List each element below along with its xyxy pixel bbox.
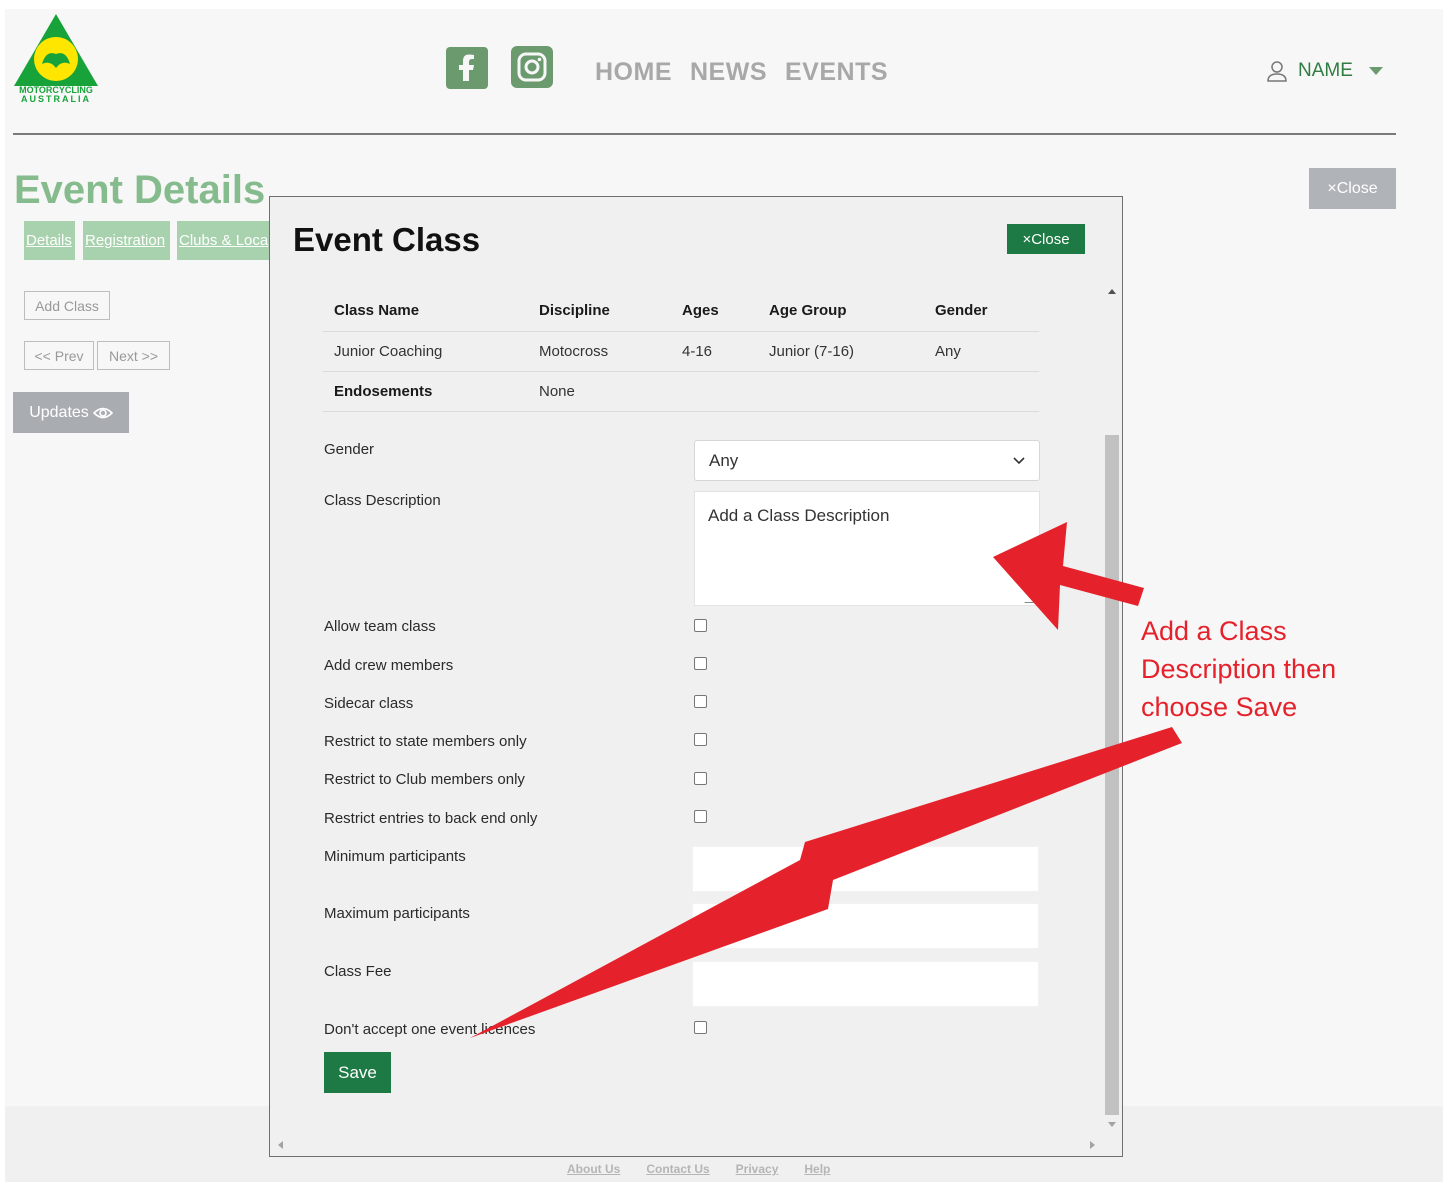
scroll-left-icon[interactable] <box>278 1141 283 1149</box>
updates-label: Updates <box>29 403 89 421</box>
table-row: Junior Coaching Motocross 4-16 Junior (7… <box>322 331 1039 372</box>
logo-text-bottom: AUSTRALIA <box>21 94 91 104</box>
gender-label: Gender <box>324 441 375 458</box>
main-nav: HOME NEWS EVENTS <box>595 58 888 87</box>
page-title: Event Details <box>14 168 266 212</box>
minimum-participants-input[interactable] <box>692 846 1039 892</box>
col-age-group: Age Group <box>757 291 923 332</box>
restrict-back-end-label: Restrict entries to back end only <box>324 810 538 827</box>
nav-news[interactable]: NEWS <box>690 58 767 87</box>
cell-endorsements-label: Endosements <box>322 371 527 412</box>
allow-team-class-label: Allow team class <box>324 618 436 635</box>
page-close-label: Close <box>1336 179 1378 197</box>
restrict-club-members-label: Restrict to Club members only <box>324 771 525 788</box>
footer-contact-us[interactable]: Contact Us <box>646 1162 709 1176</box>
annotation-line-1: Add a Class <box>1141 616 1287 646</box>
class-fee-input[interactable] <box>692 961 1039 1007</box>
col-class-name: Class Name <box>322 291 527 332</box>
restrict-state-members-checkbox[interactable] <box>694 733 707 746</box>
class-description-label: Class Description <box>324 492 441 509</box>
restrict-state-members-label: Restrict to state members only <box>324 733 527 750</box>
annotation-line-2: Description then <box>1141 654 1337 684</box>
class-description-value: Add a Class Description <box>708 506 890 525</box>
class-fee-label: Class Fee <box>324 963 392 980</box>
col-gender: Gender <box>923 291 1039 332</box>
class-info-table: Class Name Discipline Ages Age Group Gen… <box>322 291 1039 412</box>
next-button[interactable]: Next >> <box>97 341 170 370</box>
instagram-icon[interactable] <box>511 46 553 88</box>
col-ages: Ages <box>670 291 757 332</box>
annotation-line-3: choose Save <box>1141 692 1298 722</box>
allow-team-class-checkbox[interactable] <box>694 619 707 632</box>
updates-button[interactable]: Updates <box>13 392 129 433</box>
one-event-licences-checkbox[interactable] <box>694 1021 707 1034</box>
user-icon <box>1267 61 1287 82</box>
event-class-modal: Event Class × Close Class Name Discipline… <box>269 196 1123 1157</box>
chevron-down-icon <box>1013 456 1025 464</box>
modal-close-button[interactable]: × Close <box>1007 224 1085 254</box>
maximum-participants-input[interactable] <box>692 903 1039 949</box>
horizontal-scrollbar[interactable] <box>270 1135 1103 1153</box>
cell-ages: 4-16 <box>670 331 757 372</box>
footer-privacy[interactable]: Privacy <box>736 1162 779 1176</box>
page-close-button[interactable]: × Close <box>1309 168 1396 209</box>
user-name: NAME <box>1298 60 1353 81</box>
save-button[interactable]: Save <box>324 1052 391 1093</box>
user-menu[interactable]: NAME <box>1266 60 1383 82</box>
footer-links: About Us Contact Us Privacy Help <box>567 1162 830 1176</box>
tab-clubs-locations[interactable]: Clubs & Loca <box>177 221 270 260</box>
cell-endorsements-value: None <box>527 371 670 412</box>
close-icon: × <box>1327 179 1337 197</box>
footer-help[interactable]: Help <box>804 1162 830 1176</box>
nav-events[interactable]: EVENTS <box>785 58 888 87</box>
table-header-row: Class Name Discipline Ages Age Group Gen… <box>322 291 1039 332</box>
cell-empty <box>757 371 923 412</box>
header-divider <box>13 133 1396 135</box>
cell-empty <box>923 371 1039 412</box>
cell-class-name: Junior Coaching <box>322 331 527 372</box>
scroll-up-icon[interactable] <box>1108 289 1116 294</box>
annotation-text: Add a Class Description then choose Save <box>1141 612 1431 726</box>
cell-gender: Any <box>923 331 1039 372</box>
footer-about-us[interactable]: About Us <box>567 1162 620 1176</box>
nav-home[interactable]: HOME <box>595 58 672 87</box>
chevron-down-icon <box>1368 67 1383 75</box>
add-crew-members-label: Add crew members <box>324 657 454 674</box>
sidecar-class-checkbox[interactable] <box>694 695 707 708</box>
restrict-back-end-checkbox[interactable] <box>694 810 707 823</box>
cell-empty <box>670 371 757 412</box>
scroll-down-icon[interactable] <box>1108 1122 1116 1127</box>
gender-select[interactable]: Any <box>694 440 1040 481</box>
restrict-club-members-checkbox[interactable] <box>694 772 707 785</box>
tab-registration[interactable]: Registration <box>83 221 170 260</box>
modal-close-label: Close <box>1031 230 1070 248</box>
class-description-textarea[interactable]: Add a Class Description <box>694 491 1041 606</box>
col-discipline: Discipline <box>527 291 670 332</box>
resize-handle-icon[interactable] <box>1024 594 1041 603</box>
facebook-icon[interactable] <box>446 47 488 89</box>
modal-title: Event Class <box>293 221 481 258</box>
close-icon: × <box>1022 230 1032 248</box>
tab-details[interactable]: Details <box>24 221 75 260</box>
add-crew-members-checkbox[interactable] <box>694 657 707 670</box>
maximum-participants-label: Maximum participants <box>324 905 470 922</box>
add-class-button[interactable]: Add Class <box>24 291 110 320</box>
gender-select-value: Any <box>709 450 739 470</box>
scrollbar-thumb[interactable] <box>1105 435 1119 1115</box>
motorcycling-australia-logo[interactable]: MOTORCYCLING AUSTRALIA <box>12 12 100 104</box>
minimum-participants-label: Minimum participants <box>324 848 466 865</box>
cell-discipline: Motocross <box>527 331 670 372</box>
sidecar-class-label: Sidecar class <box>324 695 414 712</box>
table-row: Endosements None <box>322 371 1039 412</box>
prev-button[interactable]: << Prev <box>24 341 94 370</box>
one-event-licences-label: Don't accept one event licences <box>324 1021 536 1038</box>
vertical-scrollbar[interactable] <box>1103 283 1121 1135</box>
cell-age-group: Junior (7-16) <box>757 331 923 372</box>
scroll-right-icon[interactable] <box>1090 1141 1095 1149</box>
eye-icon <box>92 407 113 418</box>
